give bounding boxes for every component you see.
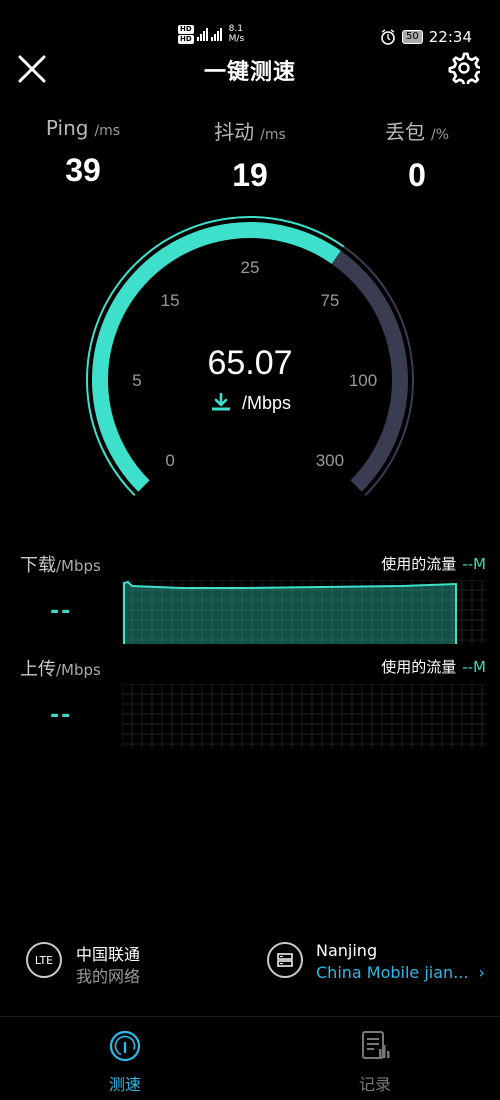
download-icon [212, 392, 230, 411]
bottom-nav: 测速 记录 [0, 1016, 500, 1100]
upload-graph [122, 684, 486, 748]
alarm-icon [381, 29, 395, 45]
metric-packet-loss: 丢包 /% 0 [334, 116, 500, 194]
gauge-tick-label: 300 [316, 451, 344, 470]
server-city[interactable]: Nanjing [316, 941, 377, 960]
metric-unit: /ms [260, 127, 286, 143]
signal-icon [196, 27, 208, 41]
status-left: HD HD 8.1 M/s [178, 24, 244, 44]
header: 一键测速 [0, 48, 500, 88]
tab-history[interactable]: 记录 [325, 1029, 425, 1095]
metric-label: 抖动 [214, 120, 255, 144]
tab-label: 记录 [358, 1075, 391, 1094]
status-bar: HD HD 8.1 M/s 50 22:34 [0, 0, 500, 50]
gauge-tick-label: 15 [161, 291, 180, 310]
clock: 22:34 [428, 28, 472, 46]
lte-icon: LTE [26, 942, 62, 978]
page-title: 一键测速 [203, 60, 296, 85]
metric-unit: /ms [94, 123, 121, 139]
signal-icon [210, 27, 222, 41]
server-provider[interactable]: China Mobile jian... › [316, 963, 485, 982]
gauge-unit-row: /Mbps [210, 392, 291, 414]
metric-label: 丢包 [384, 120, 425, 144]
download-graph-area [124, 582, 456, 644]
metric-value: 19 [232, 157, 268, 193]
carrier-name: 中国联通 [76, 945, 141, 964]
record-icon [362, 1031, 390, 1059]
download-graph [122, 580, 486, 644]
tab-speed-test[interactable]: 测速 [75, 1029, 175, 1095]
gauge-speed-value: 65.07 [207, 344, 293, 382]
network-speed: 8.1 M/s [228, 24, 245, 44]
upload-value: -- [50, 703, 73, 728]
download-label: 下载/Mbps [20, 555, 101, 576]
gauge-tick-label: 0 [165, 451, 174, 470]
metric-ping: Ping/ms 39 [0, 116, 166, 189]
gear-icon[interactable] [448, 52, 480, 84]
speedometer-icon [109, 1030, 141, 1062]
status-right: 50 22:34 [380, 28, 472, 46]
battery-icon: 50 [402, 30, 423, 44]
download-value: -- [50, 599, 73, 624]
metric-label: Ping [45, 116, 89, 140]
gauge-tick-label: 25 [241, 258, 260, 277]
hd-icon: HD HD [178, 24, 194, 44]
chevron-right-icon: › [478, 963, 485, 982]
metric-unit: /% [430, 127, 450, 143]
gauge-tick-label: 75 [320, 291, 339, 310]
upload-usage: 使用的流量 --M [381, 658, 486, 676]
gauge-unit: /Mbps [242, 392, 292, 413]
download-usage: 使用的流量 --M [381, 555, 486, 573]
tab-label: 测速 [108, 1075, 141, 1094]
metric-value: 39 [65, 152, 101, 188]
server-icon[interactable] [267, 942, 303, 978]
metric-value: 0 [408, 157, 426, 193]
upload-label: 上传/Mbps [20, 659, 101, 680]
metric-jitter: 抖动/ms 19 [167, 116, 333, 194]
carrier-network: 我的网络 [76, 967, 141, 986]
